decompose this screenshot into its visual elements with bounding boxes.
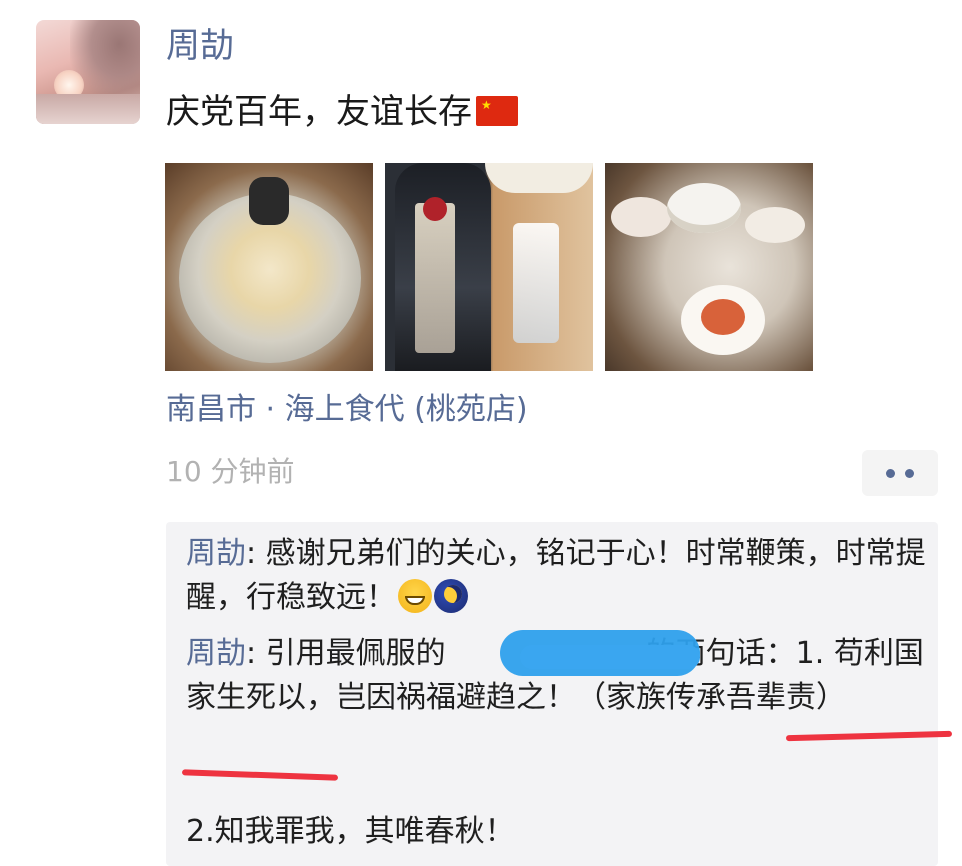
bottle-seal bbox=[423, 197, 447, 221]
author-name[interactable]: 周劼 bbox=[166, 22, 234, 70]
comment-author[interactable]: 周劼 bbox=[186, 636, 246, 671]
post-text-content: 庆党百年，友谊长存 bbox=[166, 92, 472, 132]
dish-shape bbox=[745, 207, 805, 243]
dot-icon bbox=[905, 468, 914, 478]
comments-panel: 周劼: 感谢兄弟们的关心，铭记于心！时常鞭策，时常提醒，行稳致远！ 周劼: 引用… bbox=[166, 522, 938, 866]
comment-text: : 感谢兄弟们的关心，铭记于心！时常鞭策，时常提醒，行稳致远！ bbox=[186, 536, 926, 615]
avatar-ground bbox=[36, 94, 140, 124]
comment-author[interactable]: 周劼 bbox=[186, 536, 246, 571]
avatar[interactable] bbox=[36, 20, 140, 124]
location-link[interactable]: 南昌市 · 海上食代 (桃苑店) bbox=[166, 388, 528, 432]
glass-shape bbox=[513, 223, 559, 343]
comment-text-before: : 引用最佩服的 bbox=[246, 636, 446, 671]
moon-emoji-icon bbox=[434, 579, 468, 613]
dish-shape bbox=[611, 197, 671, 237]
bottle-label bbox=[415, 203, 455, 353]
redaction-scribble bbox=[520, 645, 700, 669]
plate-shape bbox=[485, 163, 593, 193]
china-flag-icon: ★ bbox=[476, 96, 518, 126]
photo-dining-table[interactable] bbox=[605, 163, 813, 371]
comment-item[interactable]: 周劼: 感谢兄弟们的关心，铭记于心！时常鞭策，时常提醒，行稳致远！ bbox=[186, 532, 926, 620]
grin-emoji-icon bbox=[398, 579, 432, 613]
post-text: 庆党百年，友谊长存 ★ bbox=[166, 86, 518, 138]
comment-item[interactable]: 2.知我罪我，其唯春秋！ bbox=[186, 810, 926, 854]
pot-knob bbox=[249, 177, 289, 225]
post-timestamp: 10 分钟前 bbox=[166, 455, 295, 488]
more-options-button[interactable] bbox=[862, 450, 938, 496]
food-shape bbox=[701, 299, 745, 335]
photo-liquor-bottle[interactable] bbox=[385, 163, 593, 371]
photo-food-pot[interactable] bbox=[165, 163, 373, 371]
comment-text: 2.知我罪我，其唯春秋！ bbox=[186, 814, 515, 849]
dot-icon bbox=[886, 468, 895, 478]
bowl-shape bbox=[667, 183, 741, 233]
